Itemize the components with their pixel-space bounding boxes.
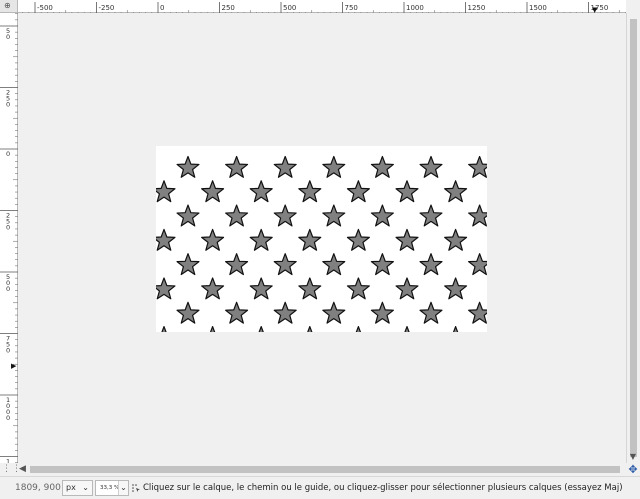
star-shape <box>346 277 370 300</box>
star-shape <box>298 277 322 300</box>
navigate-icon[interactable]: ✥ <box>627 464 639 476</box>
star-shape <box>468 155 487 178</box>
ruler-label: 1500 <box>529 4 547 12</box>
star-shape <box>201 277 225 300</box>
star-shape <box>322 204 346 227</box>
star-shape <box>249 228 273 251</box>
star-shape <box>225 204 249 227</box>
horizontal-scrollbar-thumb[interactable] <box>30 466 620 473</box>
star-shape <box>249 277 273 300</box>
star-shape <box>273 253 297 276</box>
star-shape <box>419 204 443 227</box>
vertical-scrollbar[interactable] <box>626 13 640 463</box>
zoom-value: 33,3 % <box>100 485 120 491</box>
star-shape <box>176 155 200 178</box>
quick-mask-toggle-icon[interactable]: ⋮⋮ <box>2 464 21 474</box>
star-shape <box>176 204 200 227</box>
star-shape <box>225 155 249 178</box>
ruler-label: 500 <box>283 4 296 12</box>
horizontal-ruler[interactable]: -500 -250 0 250 500 750 1000 1250 1500 1750 ▼ <box>18 0 626 15</box>
star-shape <box>444 180 468 203</box>
star-shape <box>307 326 313 332</box>
ruler-corner-icon: ⊕ <box>4 1 11 10</box>
zoom-field[interactable]: 33,3 % ⌄ <box>95 480 129 496</box>
star-shape <box>273 155 297 178</box>
star-shape <box>176 301 200 324</box>
ruler-label: 0 <box>6 101 10 109</box>
star-shape <box>370 253 394 276</box>
ruler-label: 1000 <box>406 4 424 12</box>
canvas-area[interactable] <box>18 13 626 463</box>
star-shape <box>201 180 225 203</box>
status-bar: 1809, 900 px ⌄ 33,3 % ⌄ Cliquez sur le c… <box>0 476 640 499</box>
vertical-scrollbar-thumb[interactable] <box>630 19 637 457</box>
scroll-down-button[interactable]: ▼ <box>627 452 639 462</box>
star-shape <box>156 180 176 203</box>
star-shape <box>395 277 419 300</box>
star-shape <box>468 204 487 227</box>
ruler-label: 0 <box>6 414 10 422</box>
star-pattern <box>156 155 487 332</box>
chevron-down-icon[interactable]: ⌄ <box>118 481 128 495</box>
star-shape <box>249 180 273 203</box>
star-shape <box>444 277 468 300</box>
ruler-corner[interactable]: ⊕ <box>0 0 18 13</box>
unit-select[interactable]: px ⌄ <box>62 480 93 496</box>
ruler-label: -250 <box>99 4 115 12</box>
star-shape <box>298 228 322 251</box>
pointer-coordinates: 1809, 900 <box>15 483 61 493</box>
star-shape <box>419 155 443 178</box>
star-shape <box>176 253 200 276</box>
star-shape <box>225 253 249 276</box>
chevron-down-icon: ⌄ <box>82 483 89 492</box>
star-shape <box>322 155 346 178</box>
move-tool-icon <box>132 484 140 492</box>
horizontal-scrollbar[interactable]: ◀ <box>18 463 626 475</box>
ruler-label: 250 <box>222 4 235 12</box>
star-shape <box>258 326 264 332</box>
ruler-label: 0 <box>6 347 10 355</box>
star-shape <box>273 204 297 227</box>
star-shape <box>161 326 167 332</box>
star-shape <box>346 180 370 203</box>
star-shape <box>225 301 249 324</box>
star-shape <box>444 228 468 251</box>
star-shape <box>298 180 322 203</box>
star-shape <box>209 326 216 332</box>
star-shape <box>395 180 419 203</box>
star-shape <box>370 301 394 324</box>
star-shape <box>452 326 459 332</box>
ruler-label: 0 <box>6 285 10 293</box>
ruler-label: -500 <box>37 4 53 12</box>
ruler-label: 0 <box>160 4 164 12</box>
star-shape <box>370 204 394 227</box>
vertical-ruler-ticks: 50250025050075010001250▶ <box>0 13 18 484</box>
star-shape <box>156 228 176 251</box>
star-shape <box>355 326 362 332</box>
vertical-ruler[interactable]: 50250025050075010001250▶ <box>0 13 18 484</box>
star-shape <box>273 301 297 324</box>
ruler-label: 1250 <box>468 4 486 12</box>
star-shape <box>156 277 176 300</box>
star-shape <box>201 228 225 251</box>
ruler-label: 0 <box>6 33 10 41</box>
star-shape <box>404 326 410 332</box>
ruler-pointer-marker: ▶ <box>11 362 17 370</box>
image-canvas[interactable] <box>156 146 487 332</box>
star-shape <box>419 253 443 276</box>
star-shape <box>468 253 487 276</box>
star-shape <box>395 228 419 251</box>
star-shape <box>346 228 370 251</box>
star-shape <box>370 155 394 178</box>
status-message: Cliquez sur le calque, le chemin ou le g… <box>143 483 623 493</box>
unit-value: px <box>66 483 76 492</box>
star-shape <box>468 301 487 324</box>
ruler-label: 0 <box>6 150 10 158</box>
star-shape <box>419 301 443 324</box>
star-shape <box>322 253 346 276</box>
ruler-label: 0 <box>6 224 10 232</box>
ruler-label: 750 <box>345 4 358 12</box>
star-shape <box>322 301 346 324</box>
ruler-label: 1 <box>6 458 10 464</box>
